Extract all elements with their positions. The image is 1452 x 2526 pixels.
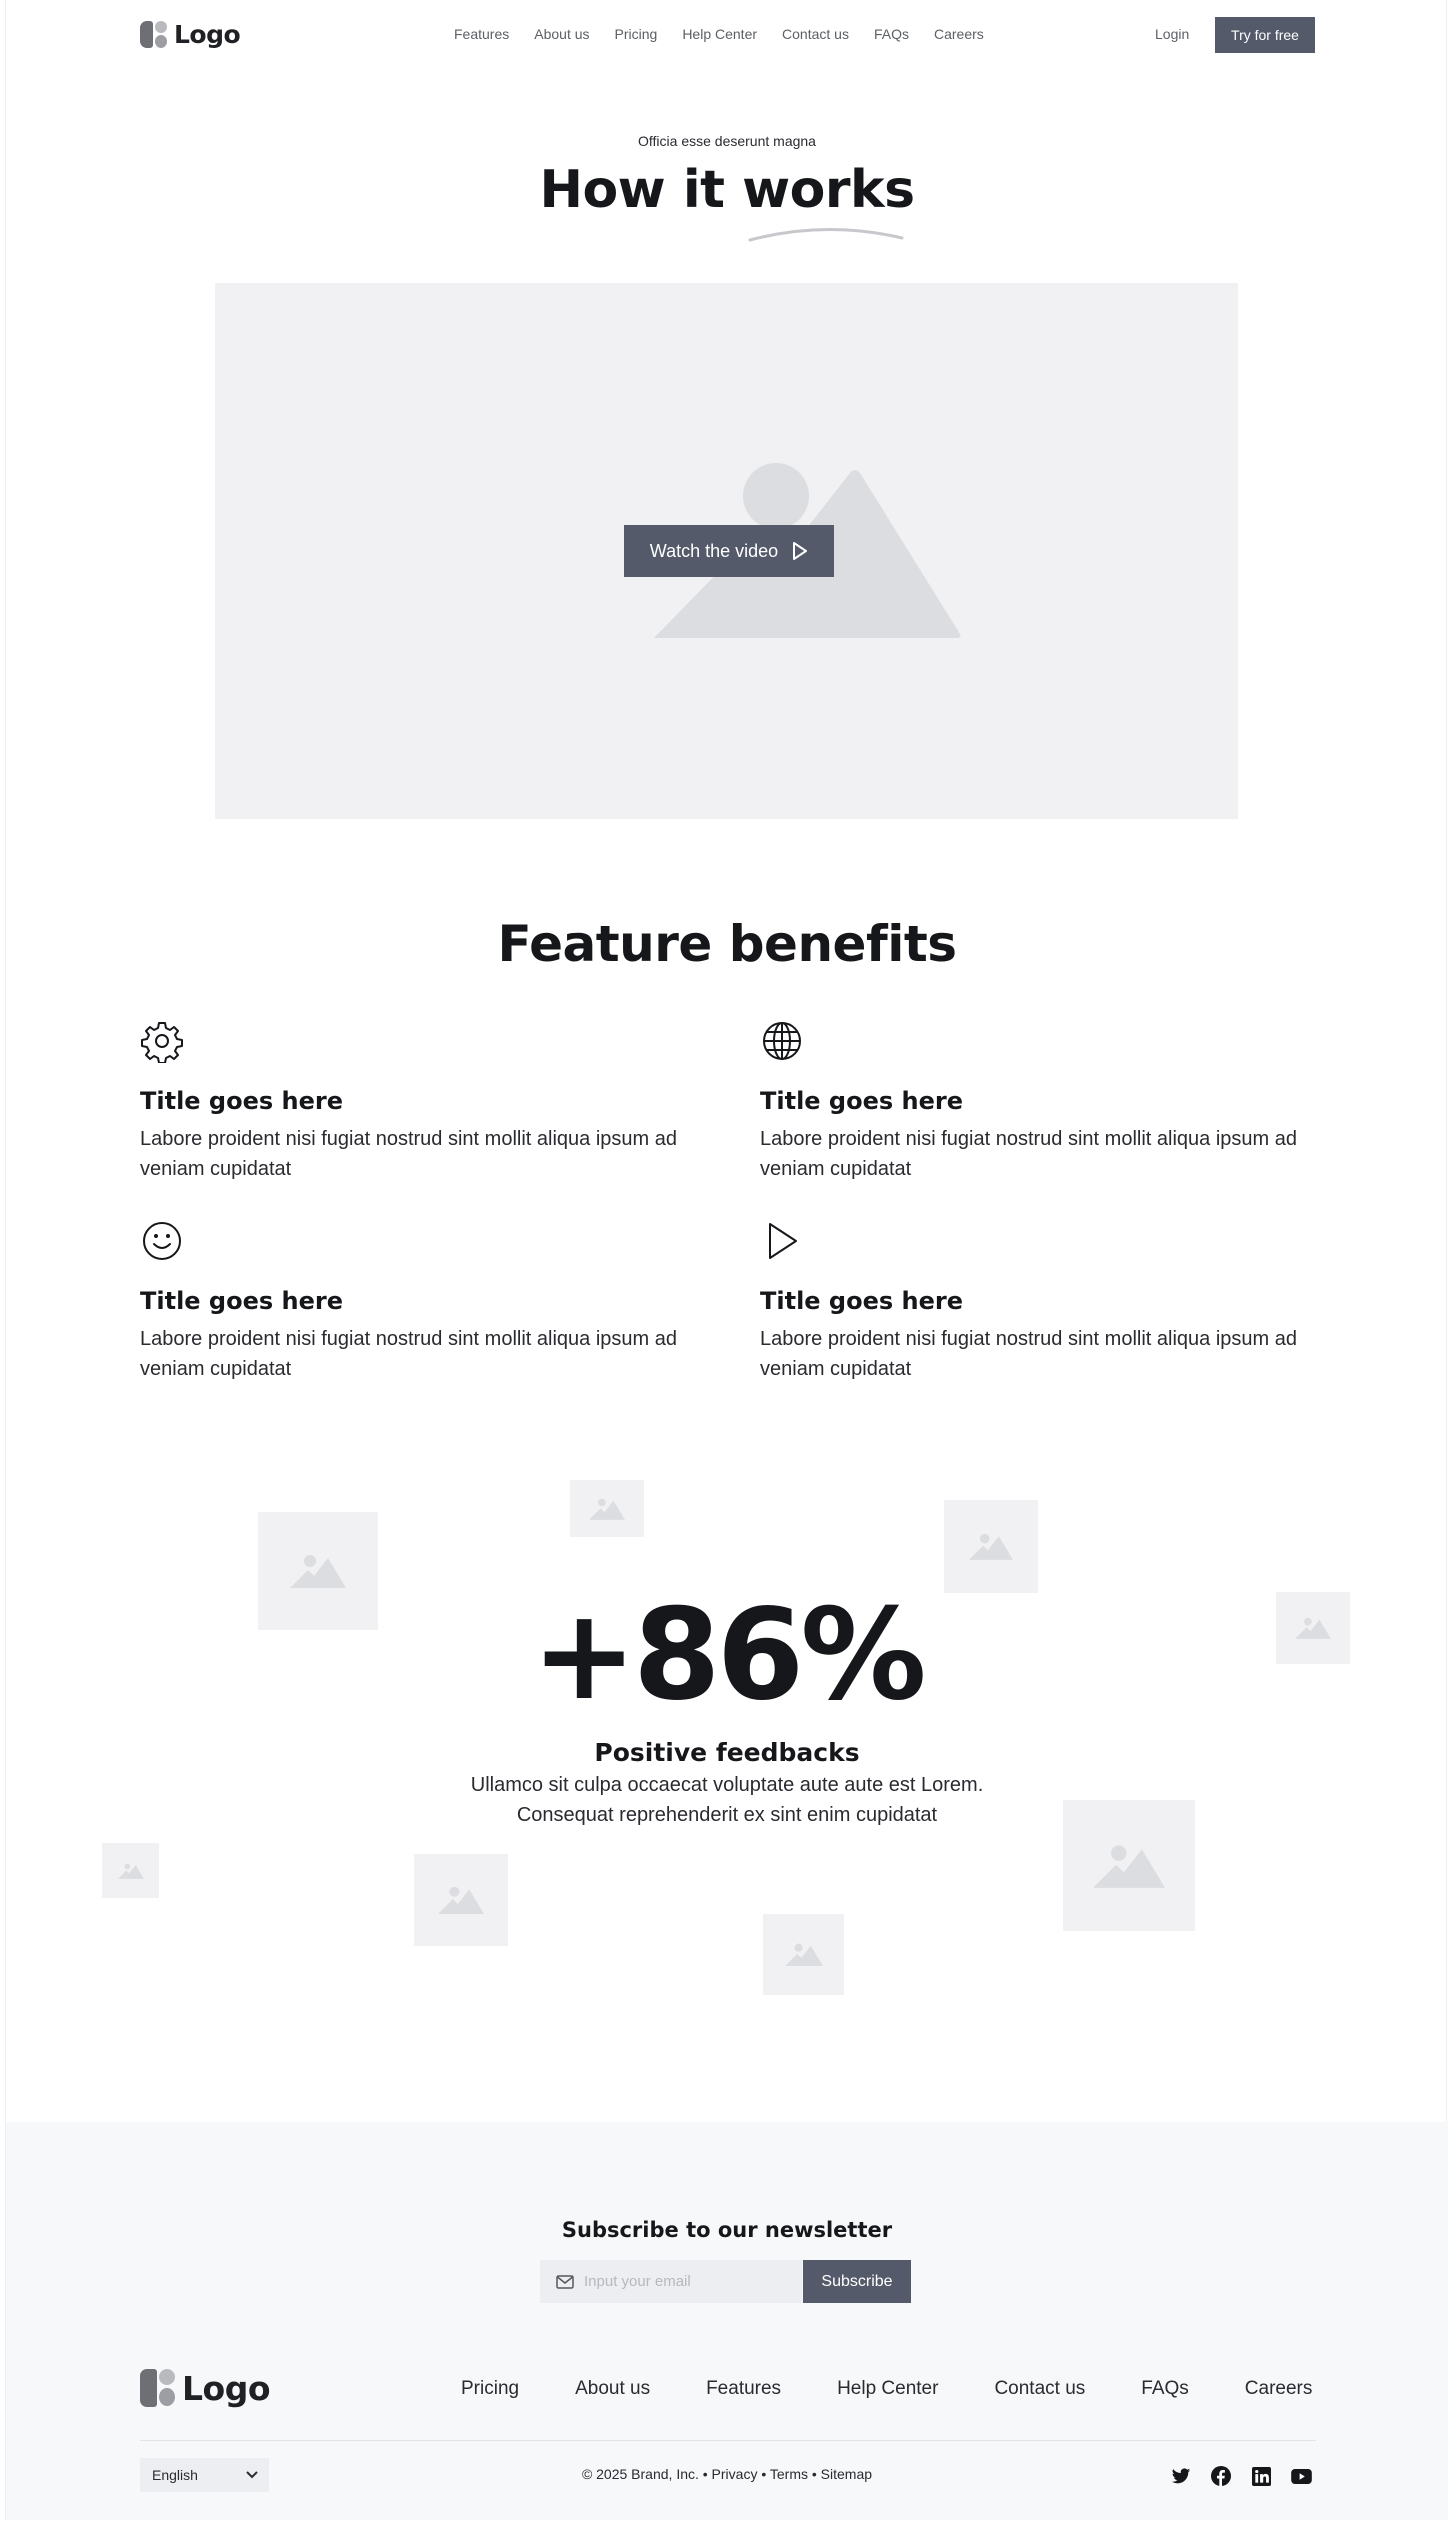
feature-item: Title goes here Labore proident nisi fug… bbox=[140, 1219, 710, 1380]
footer-link-help-center[interactable]: Help Center bbox=[837, 2378, 938, 2400]
footer: Subscribe to our newsletter Subscribe Lo… bbox=[6, 2122, 1448, 2520]
footer-logo[interactable]: Logo bbox=[140, 2368, 271, 2408]
footer-link-contact-us[interactable]: Contact us bbox=[994, 2378, 1085, 2400]
social-links bbox=[1169, 2464, 1313, 2488]
facebook-icon[interactable] bbox=[1209, 2464, 1233, 2488]
feature-text: Labore proident nisi fugiat nostrud sint… bbox=[760, 1328, 1297, 1380]
image-placeholder-icon bbox=[969, 1533, 1013, 1560]
email-input[interactable] bbox=[584, 2273, 784, 2290]
feature-text: Labore proident nisi fugiat nostrud sint… bbox=[140, 1128, 677, 1180]
top-navbar: Logo Features About us Pricing Help Cent… bbox=[6, 0, 1448, 70]
footer-link-pricing[interactable]: Pricing bbox=[461, 2378, 519, 2400]
feature-title: Title goes here bbox=[760, 1087, 963, 1115]
nav-link-about-us[interactable]: About us bbox=[534, 26, 589, 42]
watch-video-button[interactable]: Watch the video bbox=[624, 525, 834, 577]
image-placeholder bbox=[763, 1914, 844, 1995]
image-placeholder-icon bbox=[1093, 1844, 1165, 1888]
hero-eyebrow: Officia esse deserunt magna bbox=[638, 133, 816, 149]
image-placeholder bbox=[102, 1843, 159, 1898]
feature-item: Title goes here Labore proident nisi fug… bbox=[140, 1019, 710, 1180]
nav-link-careers[interactable]: Careers bbox=[934, 26, 984, 42]
main-nav: Features About us Pricing Help Center Co… bbox=[454, 26, 984, 42]
feature-title: Title goes here bbox=[140, 1287, 343, 1315]
header-logo[interactable]: Logo bbox=[140, 19, 241, 49]
footer-link-careers[interactable]: Careers bbox=[1245, 2378, 1313, 2400]
youtube-icon[interactable] bbox=[1289, 2464, 1313, 2488]
email-field[interactable] bbox=[540, 2260, 802, 2303]
try-for-free-button[interactable]: Try for free bbox=[1215, 17, 1315, 53]
image-placeholder bbox=[570, 1480, 644, 1537]
linkedin-icon[interactable] bbox=[1249, 2464, 1273, 2488]
image-placeholder-icon bbox=[589, 1498, 625, 1520]
image-placeholder bbox=[944, 1500, 1038, 1593]
watch-video-label: Watch the video bbox=[649, 540, 779, 561]
footer-divider bbox=[140, 2440, 1316, 2441]
logo-text: Logo bbox=[174, 19, 241, 49]
stat-description: Ullamco sit culpa occaecat voluptate aut… bbox=[470, 1774, 984, 1826]
features-heading: Feature benefits bbox=[497, 915, 957, 973]
feature-item: Title goes here Labore proident nisi fug… bbox=[760, 1019, 1330, 1180]
footer-link-faqs[interactable]: FAQs bbox=[1141, 2378, 1189, 2400]
footer-link-features[interactable]: Features bbox=[706, 2378, 781, 2400]
subscribe-button[interactable]: Subscribe bbox=[803, 2260, 911, 2303]
image-placeholder bbox=[414, 1854, 508, 1946]
feature-title: Title goes here bbox=[140, 1087, 343, 1115]
page-title: How it works bbox=[539, 160, 915, 220]
twitter-icon[interactable] bbox=[1169, 2464, 1193, 2488]
login-link[interactable]: Login bbox=[1155, 26, 1189, 42]
nav-link-contact-us[interactable]: Contact us bbox=[782, 26, 849, 42]
play-icon bbox=[793, 542, 808, 560]
globe-icon bbox=[763, 1022, 801, 1060]
image-placeholder-icon bbox=[784, 1943, 823, 1966]
stat-value: +86% bbox=[531, 1581, 926, 1728]
feature-title: Title goes here bbox=[760, 1287, 963, 1315]
image-placeholder bbox=[1063, 1800, 1195, 1931]
page: Logo Features About us Pricing Help Cent… bbox=[5, 0, 1448, 2520]
nav-link-features[interactable]: Features bbox=[454, 26, 509, 42]
footer-link-about-us[interactable]: About us bbox=[575, 2378, 650, 2400]
logo-mark-icon bbox=[140, 19, 168, 49]
nav-link-pricing[interactable]: Pricing bbox=[615, 26, 658, 42]
video-placeholder[interactable]: Watch the video bbox=[215, 283, 1238, 819]
title-underline-decoration bbox=[748, 227, 904, 242]
nav-link-faqs[interactable]: FAQs bbox=[874, 26, 909, 42]
nav-link-help-center[interactable]: Help Center bbox=[682, 26, 757, 42]
feature-text: Labore proident nisi fugiat nostrud sint… bbox=[760, 1128, 1297, 1180]
stat-label: Positive feedbacks bbox=[594, 1738, 860, 1767]
feature-text: Labore proident nisi fugiat nostrud sint… bbox=[140, 1328, 677, 1380]
footer-nav: Pricing About us Features Help Center Co… bbox=[461, 2378, 1312, 2400]
mail-icon bbox=[556, 2274, 574, 2289]
logo-mark-icon bbox=[140, 2368, 176, 2408]
image-placeholder-icon bbox=[290, 1555, 346, 1588]
logo-text: Logo bbox=[182, 2368, 271, 2408]
image-placeholder-icon bbox=[117, 1863, 144, 1879]
newsletter-title: Subscribe to our newsletter bbox=[561, 2218, 893, 2242]
image-placeholder-icon bbox=[438, 1886, 484, 1914]
feature-item: Title goes here Labore proident nisi fug… bbox=[760, 1219, 1330, 1380]
gear-icon bbox=[141, 1022, 183, 1064]
play-icon bbox=[769, 1223, 797, 1259]
smiley-icon bbox=[143, 1222, 181, 1260]
